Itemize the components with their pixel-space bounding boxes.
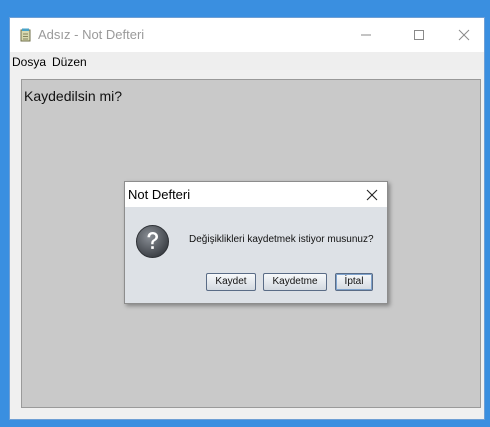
kaydetme-button[interactable]: Kaydetme — [263, 273, 327, 291]
dialog-close-icon[interactable] — [365, 188, 379, 202]
minimize-icon[interactable] — [355, 24, 377, 46]
close-icon[interactable] — [453, 24, 475, 46]
editor-content: Kaydedilsin mi? — [24, 88, 123, 104]
notepad-icon — [20, 28, 32, 42]
question-icon — [135, 224, 170, 259]
kaydet-button[interactable]: Kaydet — [206, 273, 256, 291]
dialog-title: Not Defteri — [128, 187, 191, 202]
dialog-title-bar[interactable]: Not Defteri — [125, 182, 387, 207]
title-bar[interactable]: Adsız - Not Defteri — [10, 18, 484, 52]
window-title: Adsız - Not Defteri — [38, 27, 145, 42]
maximize-icon[interactable] — [408, 24, 430, 46]
save-dialog: Not Defteri Değişiklikleri kaydetmek ist… — [124, 181, 388, 304]
menu-item-duzen[interactable]: Düzen — [52, 55, 87, 69]
menu-bar: Dosya Düzen — [10, 52, 484, 70]
dialog-message: Değişiklikleri kaydetmek istiyor musunuz… — [189, 234, 374, 245]
iptal-button[interactable]: İptal — [335, 273, 373, 291]
menu-item-dosya[interactable]: Dosya — [12, 55, 46, 69]
